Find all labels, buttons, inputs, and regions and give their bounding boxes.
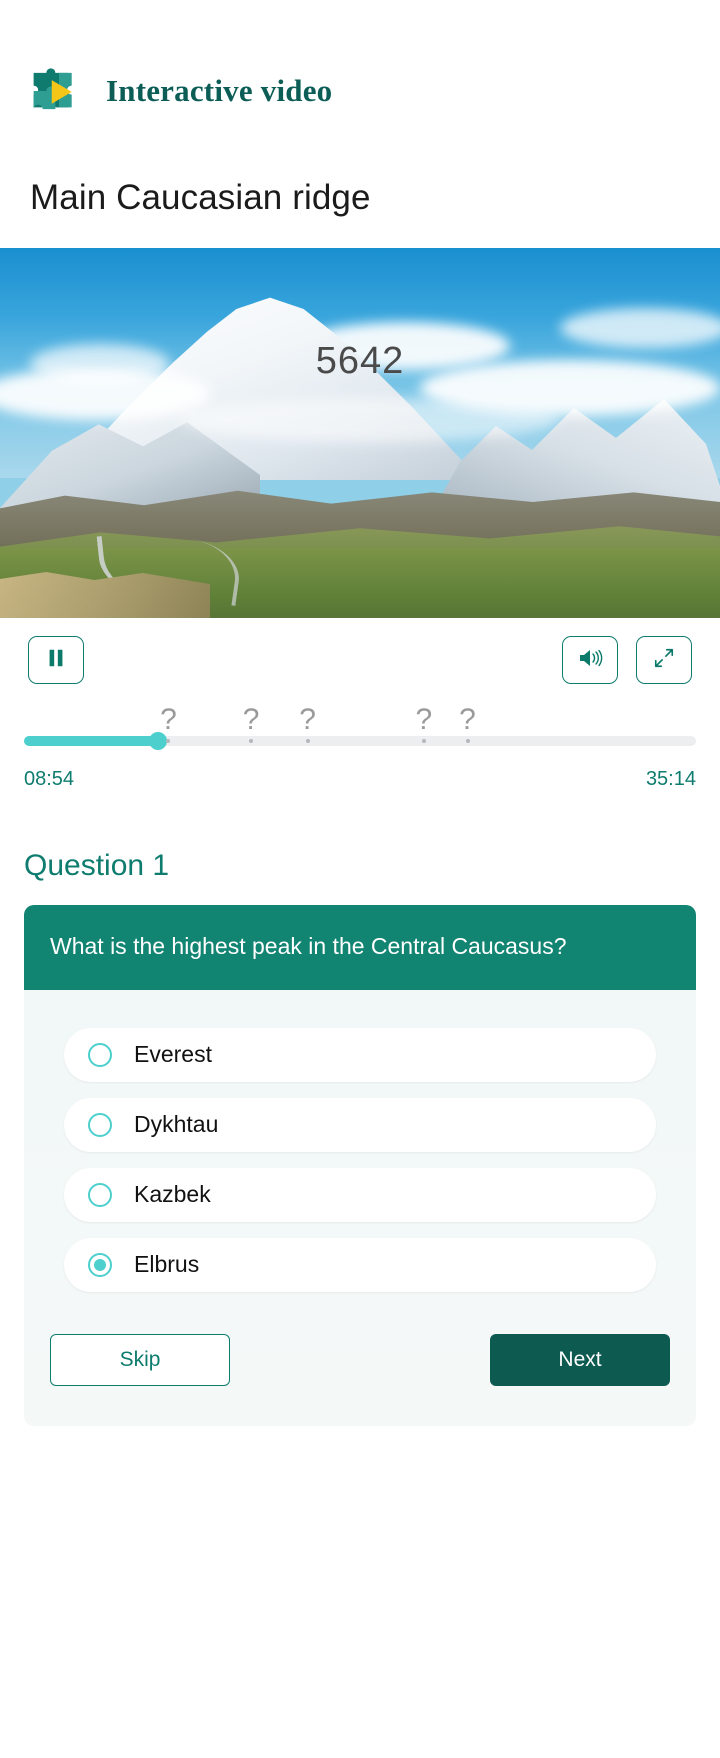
brand-title: Interactive video — [106, 73, 332, 109]
video-controls — [0, 618, 720, 704]
question-marker-dot[interactable] — [306, 739, 310, 743]
answer-option[interactable]: Elbrus — [64, 1238, 656, 1292]
page-title: Main Caucasian ridge — [30, 178, 720, 218]
interactive-video-page: Interactive video Main Caucasian ridge 5… — [0, 0, 720, 1758]
current-time: 08:54 — [24, 768, 74, 791]
question-marker-dot[interactable] — [466, 739, 470, 743]
volume-button[interactable] — [562, 636, 618, 684]
question-marker[interactable]: ? — [415, 704, 432, 736]
answer-option[interactable]: Everest — [64, 1028, 656, 1082]
next-button[interactable]: Next — [490, 1334, 670, 1386]
answer-option-label: Kazbek — [134, 1181, 211, 1208]
volume-icon — [577, 646, 603, 675]
video-player[interactable]: 5642 — [0, 248, 720, 618]
question-marker[interactable]: ? — [160, 704, 177, 736]
fullscreen-icon — [653, 647, 675, 674]
progress-fill — [24, 736, 158, 746]
brand-header: Interactive video — [0, 0, 720, 120]
question-marker[interactable]: ? — [243, 704, 260, 736]
question-card: What is the highest peak in the Central … — [24, 905, 696, 1426]
video-controls-right — [562, 636, 692, 684]
fullscreen-button[interactable] — [636, 636, 692, 684]
answer-option-label: Everest — [134, 1041, 212, 1068]
question-marker[interactable]: ? — [459, 704, 476, 736]
question-marker-dot[interactable] — [422, 739, 426, 743]
question-marker[interactable]: ? — [299, 704, 316, 736]
video-overlay-label: 5642 — [0, 340, 720, 383]
question-marker-dot[interactable] — [249, 739, 253, 743]
question-actions: Skip Next — [50, 1334, 670, 1386]
progress-track[interactable] — [24, 736, 696, 746]
question-marker-dot[interactable] — [166, 739, 170, 743]
question-prompt: What is the highest peak in the Central … — [24, 905, 696, 990]
question-body: Everest Dykhtau Kazbek Elbrus Skip Next — [24, 990, 696, 1426]
question-heading: Question 1 — [24, 849, 720, 883]
progress-handle[interactable] — [149, 732, 167, 750]
cloud — [180, 398, 560, 442]
pause-icon — [45, 647, 67, 674]
video-times: 08:54 35:14 — [0, 754, 720, 791]
radio-unselected-icon[interactable] — [88, 1183, 112, 1207]
radio-unselected-icon[interactable] — [88, 1113, 112, 1137]
skip-button[interactable]: Skip — [50, 1334, 230, 1386]
total-time: 35:14 — [646, 768, 696, 791]
radio-unselected-icon[interactable] — [88, 1043, 112, 1067]
answer-option-label: Elbrus — [134, 1251, 199, 1278]
answer-option-label: Dykhtau — [134, 1111, 218, 1138]
radio-selected-icon[interactable] — [88, 1253, 112, 1277]
answer-option[interactable]: Kazbek — [64, 1168, 656, 1222]
answer-option[interactable]: Dykhtau — [64, 1098, 656, 1152]
puzzle-play-icon — [30, 62, 88, 120]
video-progress[interactable]: ????? — [0, 704, 720, 754]
answer-options: Everest Dykhtau Kazbek Elbrus — [24, 1028, 696, 1292]
question-markers: ????? — [24, 704, 696, 736]
pause-button[interactable] — [28, 636, 84, 684]
